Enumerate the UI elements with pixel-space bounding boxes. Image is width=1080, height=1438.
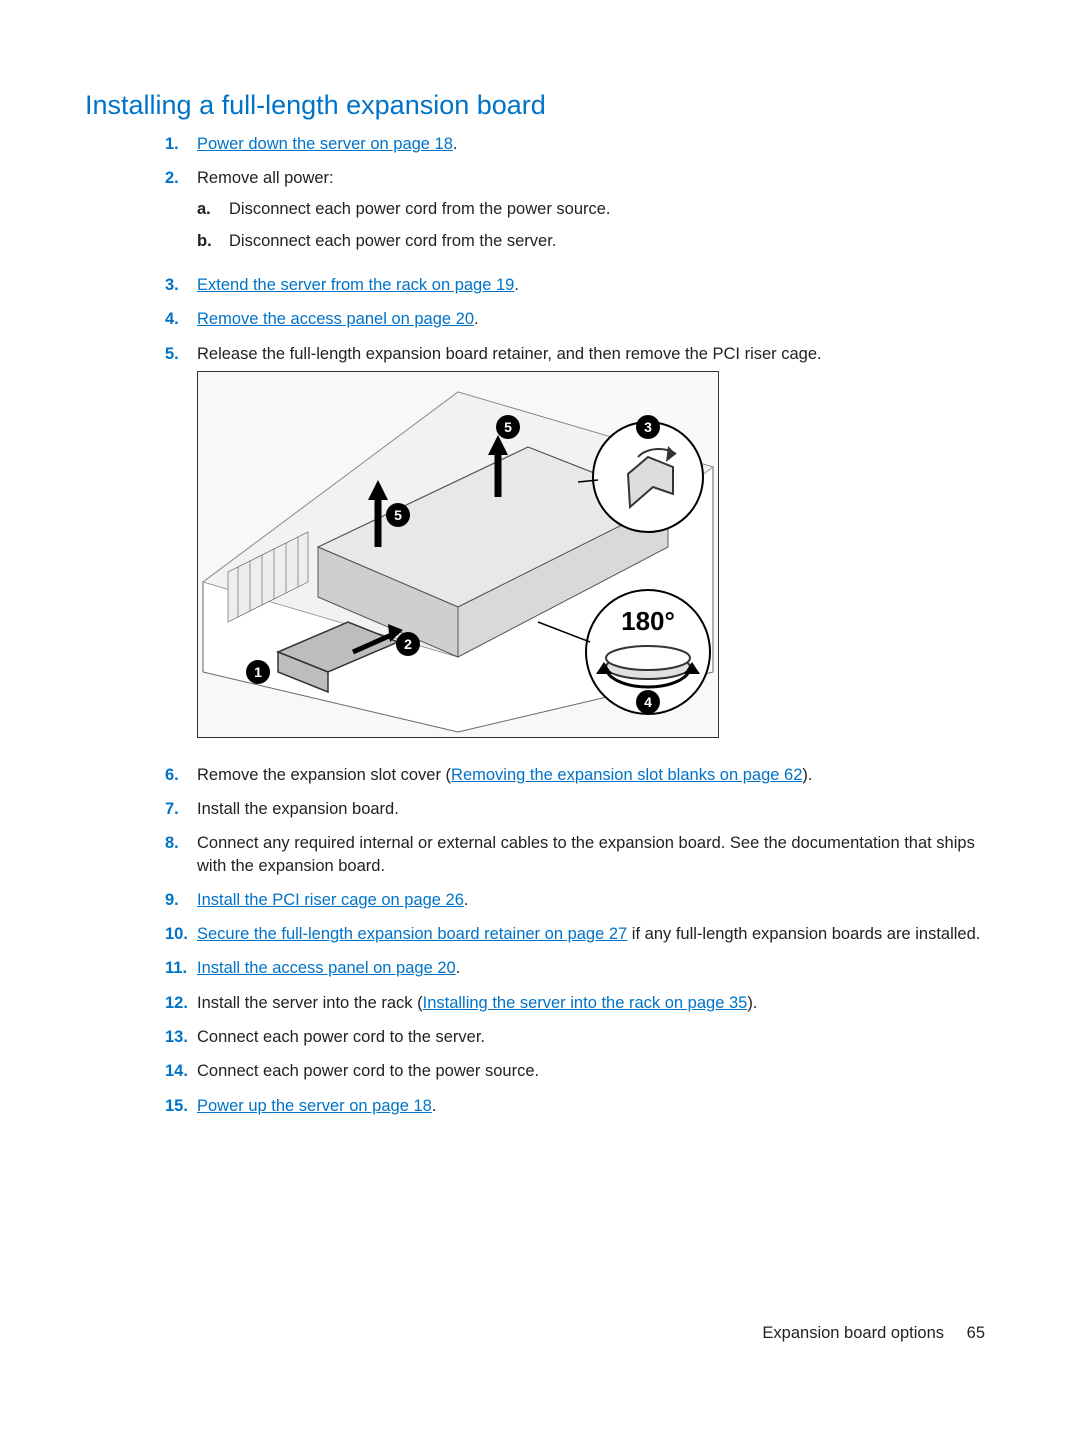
step-number: 6. [165,764,197,786]
step-number: 3. [165,274,197,296]
step-text: . [456,959,461,977]
step-2: 2. Remove all power: a. Disconnect each … [165,167,995,262]
footer-page-number: 65 [967,1324,985,1342]
step-text: if any full-length expansion boards are … [627,925,980,943]
link-install-access-panel[interactable]: Install the access panel on page 20 [197,959,456,977]
step-13: 13. Connect each power cord to the serve… [165,1026,995,1048]
step-text: Remove the expansion slot cover ( [197,766,451,784]
svg-text:1: 1 [254,664,262,680]
substep-text: Disconnect each power cord from the powe… [229,198,611,220]
link-power-down[interactable]: Power down the server on page 18 [197,135,453,153]
step-4: 4. Remove the access panel on page 20. [165,308,995,330]
svg-text:5: 5 [394,507,402,523]
step-text: . [474,310,479,328]
step-number: 10. [165,923,197,945]
substep-b: b. Disconnect each power cord from the s… [197,230,995,252]
diagram-riser-cage: 180° [197,371,719,738]
link-install-riser[interactable]: Install the PCI riser cage on page 26 [197,891,464,909]
step-text: Connect each power cord to the server. [197,1026,995,1048]
step-text: Install the expansion board. [197,798,995,820]
link-extend-server[interactable]: Extend the server from the rack on page … [197,276,514,294]
step-number: 2. [165,167,197,262]
sub-steps: a. Disconnect each power cord from the p… [197,198,995,253]
step-number: 15. [165,1095,197,1117]
substep-a: a. Disconnect each power cord from the p… [197,198,995,220]
step-text: Install the server into the rack ( [197,994,423,1012]
link-secure-retainer[interactable]: Secure the full-length expansion board r… [197,925,627,943]
step-number: 14. [165,1060,197,1082]
step-10: 10. Secure the full-length expansion boa… [165,923,995,945]
step-15: 15. Power up the server on page 18. [165,1095,995,1117]
link-remove-access-panel[interactable]: Remove the access panel on page 20 [197,310,474,328]
step-3: 3. Extend the server from the rack on pa… [165,274,995,296]
step-6: 6. Remove the expansion slot cover (Remo… [165,764,995,786]
page-footer: Expansion board options 65 [762,1324,985,1343]
step-5: 5. Release the full-length expansion boa… [165,343,995,752]
svg-text:2: 2 [404,636,412,652]
step-number: 13. [165,1026,197,1048]
step-number: 1. [165,133,197,155]
step-text: . [514,276,519,294]
step-number: 11. [165,957,197,979]
step-text: . [453,135,458,153]
link-power-up[interactable]: Power up the server on page 18 [197,1097,432,1115]
step-number: 5. [165,343,197,752]
procedure-list: 1. Power down the server on page 18. 2. … [85,133,995,1117]
step-8: 8. Connect any required internal or exte… [165,832,995,877]
substep-number: b. [197,230,229,252]
step-text: ). [747,994,757,1012]
step-text: ). [802,766,812,784]
page-title: Installing a full-length expansion board [85,90,995,121]
substep-text: Disconnect each power cord from the serv… [229,230,556,252]
step-11: 11. Install the access panel on page 20. [165,957,995,979]
link-install-into-rack[interactable]: Installing the server into the rack on p… [423,994,748,1012]
step-14: 14. Connect each power cord to the power… [165,1060,995,1082]
step-text: . [464,891,469,909]
link-remove-slot-blanks[interactable]: Removing the expansion slot blanks on pa… [451,766,802,784]
step-text: Connect any required internal or externa… [197,832,995,877]
step-text: . [432,1097,437,1115]
svg-text:5: 5 [504,419,512,435]
step-12: 12. Install the server into the rack (In… [165,992,995,1014]
svg-text:180°: 180° [621,606,675,636]
step-9: 9. Install the PCI riser cage on page 26… [165,889,995,911]
step-1: 1. Power down the server on page 18. [165,133,995,155]
step-text: Remove all power: [197,169,334,187]
substep-number: a. [197,198,229,220]
step-text: Release the full-length expansion board … [197,345,822,363]
step-number: 4. [165,308,197,330]
step-number: 9. [165,889,197,911]
svg-text:3: 3 [644,419,652,435]
step-text: Connect each power cord to the power sou… [197,1060,995,1082]
step-7: 7. Install the expansion board. [165,798,995,820]
footer-section: Expansion board options [762,1324,944,1342]
step-number: 12. [165,992,197,1014]
step-number: 8. [165,832,197,877]
svg-text:4: 4 [644,694,652,710]
step-number: 7. [165,798,197,820]
